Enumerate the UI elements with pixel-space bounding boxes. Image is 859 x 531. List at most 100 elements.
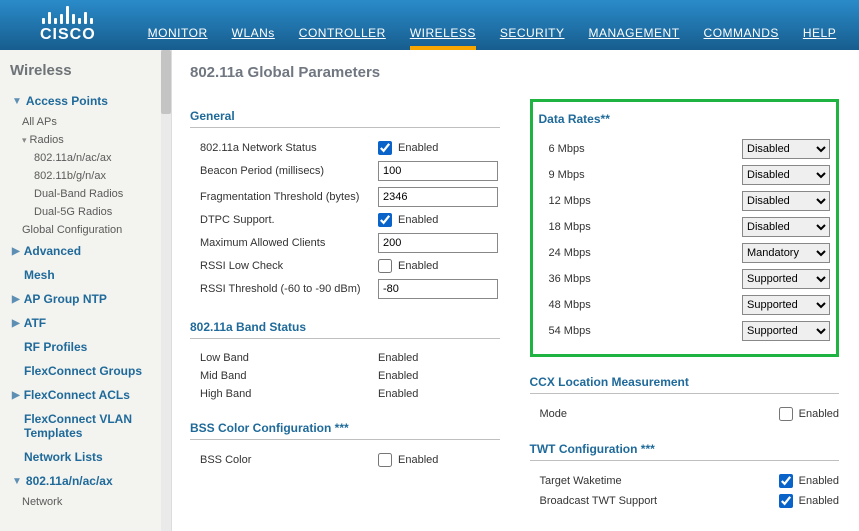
enabled-text: Enabled [799, 408, 839, 420]
beacon-input[interactable] [378, 161, 498, 181]
brand-text: CISCO [40, 26, 96, 44]
caret-down-icon: ▾ [22, 135, 27, 146]
nav-wlans[interactable]: WLANs [220, 16, 287, 50]
primary-nav: MONITOR WLANs CONTROLLER WIRELESS SECURI… [136, 0, 849, 50]
rate-36-select[interactable]: Supported [742, 269, 830, 289]
sidebar-network-lists[interactable]: Network Lists [8, 445, 171, 469]
sidebar-80211a-section[interactable]: ▼802.11a/n/ac/ax [8, 469, 171, 493]
rssi-thresh-input[interactable] [378, 279, 498, 299]
rate-9-select[interactable]: Disabled [742, 165, 830, 185]
nav-help[interactable]: HELP [791, 16, 848, 50]
rate-12-label: 12 Mbps [549, 195, 689, 207]
sidebar-radio-80211a[interactable]: 802.11a/n/ac/ax [8, 149, 171, 167]
section-rates: Data Rates** [539, 112, 831, 130]
enabled-text: Enabled [398, 214, 438, 226]
scrollbar-thumb[interactable] [161, 50, 171, 114]
sidebar-all-aps[interactable]: All APs [8, 113, 171, 131]
caret-right-icon: ▶ [12, 294, 20, 305]
frag-label: Fragmentation Threshold (bytes) [200, 191, 378, 203]
nav-wireless[interactable]: WIRELESS [398, 16, 488, 50]
cisco-logo-bars [42, 4, 93, 24]
rate-24-select[interactable]: Mandatory [742, 243, 830, 263]
rate-12-select[interactable]: Disabled [742, 191, 830, 211]
rate-36-label: 36 Mbps [549, 273, 689, 285]
sidebar-radio-dual5g[interactable]: Dual-5G Radios [8, 203, 171, 221]
enabled-text: Enabled [799, 475, 839, 487]
rate-6-label: 6 Mbps [549, 143, 689, 155]
sidebar-ap-group-ntp[interactable]: ▶AP Group NTP [8, 287, 171, 311]
frag-input[interactable] [378, 187, 498, 207]
caret-right-icon: ▶ [12, 246, 20, 257]
sidebar-global-config[interactable]: Global Configuration [8, 221, 171, 239]
nav-controller[interactable]: CONTROLLER [287, 16, 398, 50]
content-area: 802.11a Global Parameters General 802.11… [172, 50, 859, 531]
nav-monitor[interactable]: MONITOR [136, 16, 220, 50]
nav-security[interactable]: SECURITY [488, 16, 577, 50]
maxclients-input[interactable] [378, 233, 498, 253]
caret-right-icon: ▶ [12, 390, 20, 401]
sidebar-flexconnect-acls[interactable]: ▶FlexConnect ACLs [8, 383, 171, 407]
section-twt: TWT Configuration *** [530, 442, 840, 461]
mid-band-label: Mid Band [200, 370, 378, 382]
nav-management[interactable]: MANAGEMENT [577, 16, 692, 50]
cisco-logo: CISCO [0, 0, 116, 50]
rate-24-label: 24 Mbps [549, 247, 689, 259]
net-status-checkbox[interactable] [378, 141, 392, 155]
sidebar-scrollbar[interactable] [161, 50, 171, 531]
dtpc-checkbox[interactable] [378, 213, 392, 227]
low-band-label: Low Band [200, 352, 378, 364]
bss-color-label: BSS Color [200, 454, 378, 466]
enabled-text: Enabled [799, 495, 839, 507]
sidebar-access-points[interactable]: ▼Access Points [8, 89, 171, 113]
sidebar-title: Wireless [0, 58, 171, 89]
sidebar-atf[interactable]: ▶ATF [8, 311, 171, 335]
rate-54-label: 54 Mbps [549, 325, 689, 337]
sidebar: Wireless ▼Access Points All APs ▾Radios … [0, 50, 172, 531]
sidebar-radio-dualband[interactable]: Dual-Band Radios [8, 185, 171, 203]
twt-broadcast-checkbox[interactable] [779, 494, 793, 508]
enabled-text: Enabled [398, 454, 438, 466]
caret-down-icon: ▼ [12, 96, 22, 107]
net-status-label: 802.11a Network Status [200, 142, 378, 154]
sidebar-radio-80211b[interactable]: 802.11b/g/n/ax [8, 167, 171, 185]
twt-target-checkbox[interactable] [779, 474, 793, 488]
rate-18-select[interactable]: Disabled [742, 217, 830, 237]
maxclients-label: Maximum Allowed Clients [200, 237, 378, 249]
high-band-label: High Band [200, 388, 378, 400]
sidebar-radios[interactable]: ▾Radios [8, 131, 171, 149]
caret-down-icon: ▼ [12, 476, 22, 487]
rssi-low-checkbox[interactable] [378, 259, 392, 273]
bss-color-checkbox[interactable] [378, 453, 392, 467]
beacon-label: Beacon Period (millisecs) [200, 165, 378, 177]
nav-commands[interactable]: COMMANDS [692, 16, 791, 50]
rate-6-select[interactable]: Disabled [742, 139, 830, 159]
rate-9-label: 9 Mbps [549, 169, 689, 181]
caret-right-icon: ▶ [12, 318, 20, 329]
rate-54-select[interactable]: Supported [742, 321, 830, 341]
rssi-thresh-label: RSSI Threshold (-60 to -90 dBm) [200, 283, 378, 295]
sidebar-network[interactable]: Network [8, 493, 171, 511]
page-title: 802.11a Global Parameters [190, 64, 839, 81]
high-band-value: Enabled [378, 388, 418, 400]
section-band: 802.11a Band Status [190, 320, 500, 339]
rate-18-label: 18 Mbps [549, 221, 689, 233]
top-bar: CISCO MONITOR WLANs CONTROLLER WIRELESS … [0, 0, 859, 50]
twt-target-label: Target Waketime [540, 475, 680, 487]
sidebar-advanced[interactable]: ▶Advanced [8, 239, 171, 263]
low-band-value: Enabled [378, 352, 418, 364]
data-rates-highlight: Data Rates** 6 Mbps Disabled 9 Mbps Disabl… [530, 99, 840, 357]
enabled-text: Enabled [398, 260, 438, 272]
enabled-text: Enabled [398, 142, 438, 154]
rate-48-label: 48 Mbps [549, 299, 689, 311]
rate-48-select[interactable]: Supported [742, 295, 830, 315]
sidebar-rf-profiles[interactable]: RF Profiles [8, 335, 171, 359]
sidebar-flexconnect-groups[interactable]: FlexConnect Groups [8, 359, 171, 383]
twt-broadcast-label: Broadcast TWT Support [540, 495, 680, 507]
mid-band-value: Enabled [378, 370, 418, 382]
ccx-mode-checkbox[interactable] [779, 407, 793, 421]
sidebar-flexconnect-vlan[interactable]: FlexConnect VLAN Templates [8, 407, 171, 445]
section-bss: BSS Color Configuration *** [190, 421, 500, 440]
dtpc-label: DTPC Support. [200, 214, 378, 226]
sidebar-mesh[interactable]: Mesh [8, 263, 171, 287]
ccx-mode-label: Mode [540, 408, 680, 420]
